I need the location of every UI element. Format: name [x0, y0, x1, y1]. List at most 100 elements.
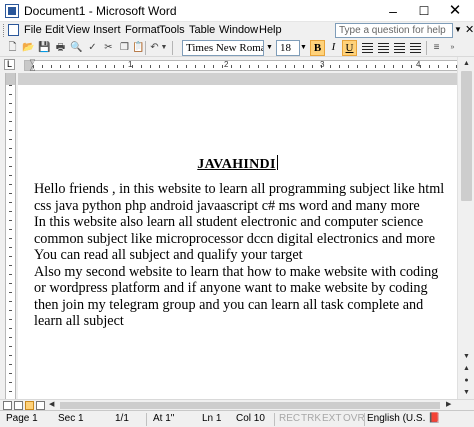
ruler-number: 1	[128, 60, 133, 69]
menu-table[interactable]: Table	[189, 24, 215, 36]
toolbar-separator	[145, 41, 146, 55]
status-section: Sec 1	[58, 413, 84, 424]
undo-dropdown-icon[interactable]: ▼	[160, 42, 168, 54]
italic-button[interactable]: I	[326, 40, 341, 56]
status-trk[interactable]: TRK	[301, 413, 321, 424]
status-separator	[146, 413, 147, 426]
vertical-scroll-thumb[interactable]	[461, 71, 472, 201]
outline-view-icon[interactable]	[36, 401, 45, 410]
scroll-right-icon[interactable]: ▶	[446, 400, 451, 410]
print-layout-view-icon[interactable]	[25, 401, 34, 410]
vertical-ruler	[0, 73, 18, 399]
copy-icon[interactable]: ❐	[118, 42, 131, 54]
word-app-icon	[5, 4, 19, 18]
print-preview-icon[interactable]: 🔍	[70, 42, 83, 54]
open-folder-icon[interactable]: 📂	[22, 42, 35, 54]
horizontal-scrollbar[interactable]: ◀ ▶	[0, 399, 474, 410]
status-language[interactable]: English (U.S.	[367, 413, 425, 424]
web-layout-view-icon[interactable]	[14, 401, 23, 410]
font-name-dropdown-icon[interactable]: ▼	[265, 41, 274, 55]
status-rec[interactable]: REC	[279, 413, 300, 424]
horizontal-ruler: L 1 2 3 4 ▽ △	[0, 57, 474, 73]
scroll-down-icon[interactable]: ▼	[460, 351, 473, 363]
vertical-ruler-ticks	[9, 85, 12, 399]
next-page-icon[interactable]: ▼	[460, 387, 473, 399]
menu-edit[interactable]: Edit	[45, 24, 64, 36]
ruler-number: 3	[320, 60, 325, 69]
ruler-number: 4	[416, 60, 421, 69]
ruler-scale[interactable]: 1 2 3 4	[24, 60, 460, 71]
font-size-dropdown-icon[interactable]: ▼	[299, 41, 308, 55]
document-title[interactable]: JAVAHINDI	[18, 155, 457, 173]
justify-icon[interactable]	[410, 43, 421, 53]
document-body[interactable]: Hello friends , in this website to learn…	[34, 181, 452, 330]
scroll-left-icon[interactable]: ◀	[49, 400, 54, 410]
menu-tools[interactable]: Tools	[159, 24, 185, 36]
status-bar: Page 1 Sec 1 1/1 At 1" Ln 1 Col 10 REC T…	[0, 410, 474, 427]
cut-icon[interactable]: ✂	[102, 42, 115, 54]
bold-button[interactable]: B	[310, 40, 325, 56]
close-button[interactable]: ✕	[440, 0, 470, 22]
vertical-scrollbar[interactable]: ▲ ▼ ▲ ● ▼	[457, 57, 474, 399]
menu-view[interactable]: View	[66, 24, 90, 36]
status-page-count: 1/1	[115, 413, 129, 424]
menu-grip-handle[interactable]	[3, 24, 6, 37]
ruler-number: 2	[224, 60, 229, 69]
menu-help[interactable]: Help	[259, 24, 282, 36]
underline-button[interactable]: U	[342, 40, 357, 56]
help-question-input[interactable]: Type a question for help	[335, 23, 453, 38]
status-separator	[364, 413, 365, 426]
status-separator	[274, 413, 275, 426]
document-close-button[interactable]: ✕	[465, 23, 474, 36]
spelling-status-icon[interactable]: 📕	[428, 413, 440, 424]
menu-window[interactable]: Window	[219, 24, 258, 36]
vertical-ruler-margin	[6, 73, 15, 85]
document-icon[interactable]	[8, 24, 19, 36]
spelling-check-icon[interactable]: ✓	[86, 42, 99, 54]
text-cursor	[276, 155, 278, 170]
toolbar-options-icon[interactable]: »	[446, 42, 459, 54]
paragraph[interactable]: Hello friends , in this website to learn…	[34, 181, 452, 214]
menu-insert[interactable]: Insert	[93, 24, 121, 36]
toolbar-separator	[426, 41, 427, 55]
status-column: Col 10	[236, 413, 265, 424]
status-ext[interactable]: EXT	[322, 413, 341, 424]
previous-page-icon[interactable]: ▲	[460, 363, 473, 375]
save-icon[interactable]: 💾	[38, 42, 51, 54]
maximize-button[interactable]: ☐	[409, 0, 439, 22]
menu-format[interactable]: Format	[125, 24, 160, 36]
tab-selector-icon[interactable]: L	[4, 59, 15, 70]
scroll-up-icon[interactable]: ▲	[460, 58, 473, 70]
document-page[interactable]: JAVAHINDI Hello friends , in this websit…	[18, 73, 457, 399]
normal-view-icon[interactable]	[3, 401, 12, 410]
minimize-button[interactable]: –	[378, 0, 408, 22]
document-title-text[interactable]: JAVAHINDI	[197, 157, 275, 172]
paragraph[interactable]: You can read all subject and qualify you…	[34, 247, 452, 264]
horizontal-scroll-thumb[interactable]	[60, 402, 440, 409]
align-right-icon[interactable]	[394, 43, 405, 53]
status-page: Page 1	[6, 413, 38, 424]
new-document-icon[interactable]: 🗋	[6, 42, 19, 54]
menu-bar: File Edit View Insert Format Tools Table…	[0, 22, 474, 39]
align-left-icon[interactable]	[362, 43, 373, 53]
status-ovr[interactable]: OVR	[343, 413, 365, 424]
vertical-ruler-scale	[5, 73, 16, 399]
align-center-icon[interactable]	[378, 43, 389, 53]
help-dropdown-icon[interactable]: ▼	[454, 25, 462, 34]
paragraph[interactable]: In this website also learn all student e…	[34, 214, 452, 247]
paragraph[interactable]: Also my second website to learn that how…	[34, 264, 452, 330]
page-top-margin	[18, 73, 457, 85]
select-browse-object-icon[interactable]: ●	[460, 375, 473, 387]
menu-file[interactable]: File	[24, 24, 42, 36]
indent-marker-icon[interactable]: ▽ △	[29, 59, 36, 72]
toolbar-separator	[172, 41, 173, 55]
status-position: At 1"	[153, 413, 175, 424]
font-size-combo[interactable]: 18	[276, 40, 300, 56]
toolbar: 🗋 📂 💾 🖶 🔍 ✓ ✂ ❐ 📋 ↶ ▼ Times New Roman ▼ …	[0, 39, 474, 57]
print-icon[interactable]: 🖶	[54, 42, 67, 54]
font-name-combo[interactable]: Times New Roman	[182, 40, 264, 56]
window-title: Document1 - Microsoft Word	[24, 4, 177, 18]
paste-icon[interactable]: 📋	[132, 42, 145, 54]
numbering-icon[interactable]: ≡	[430, 42, 443, 54]
title-bar: Document1 - Microsoft Word – ☐ ✕	[0, 0, 474, 22]
